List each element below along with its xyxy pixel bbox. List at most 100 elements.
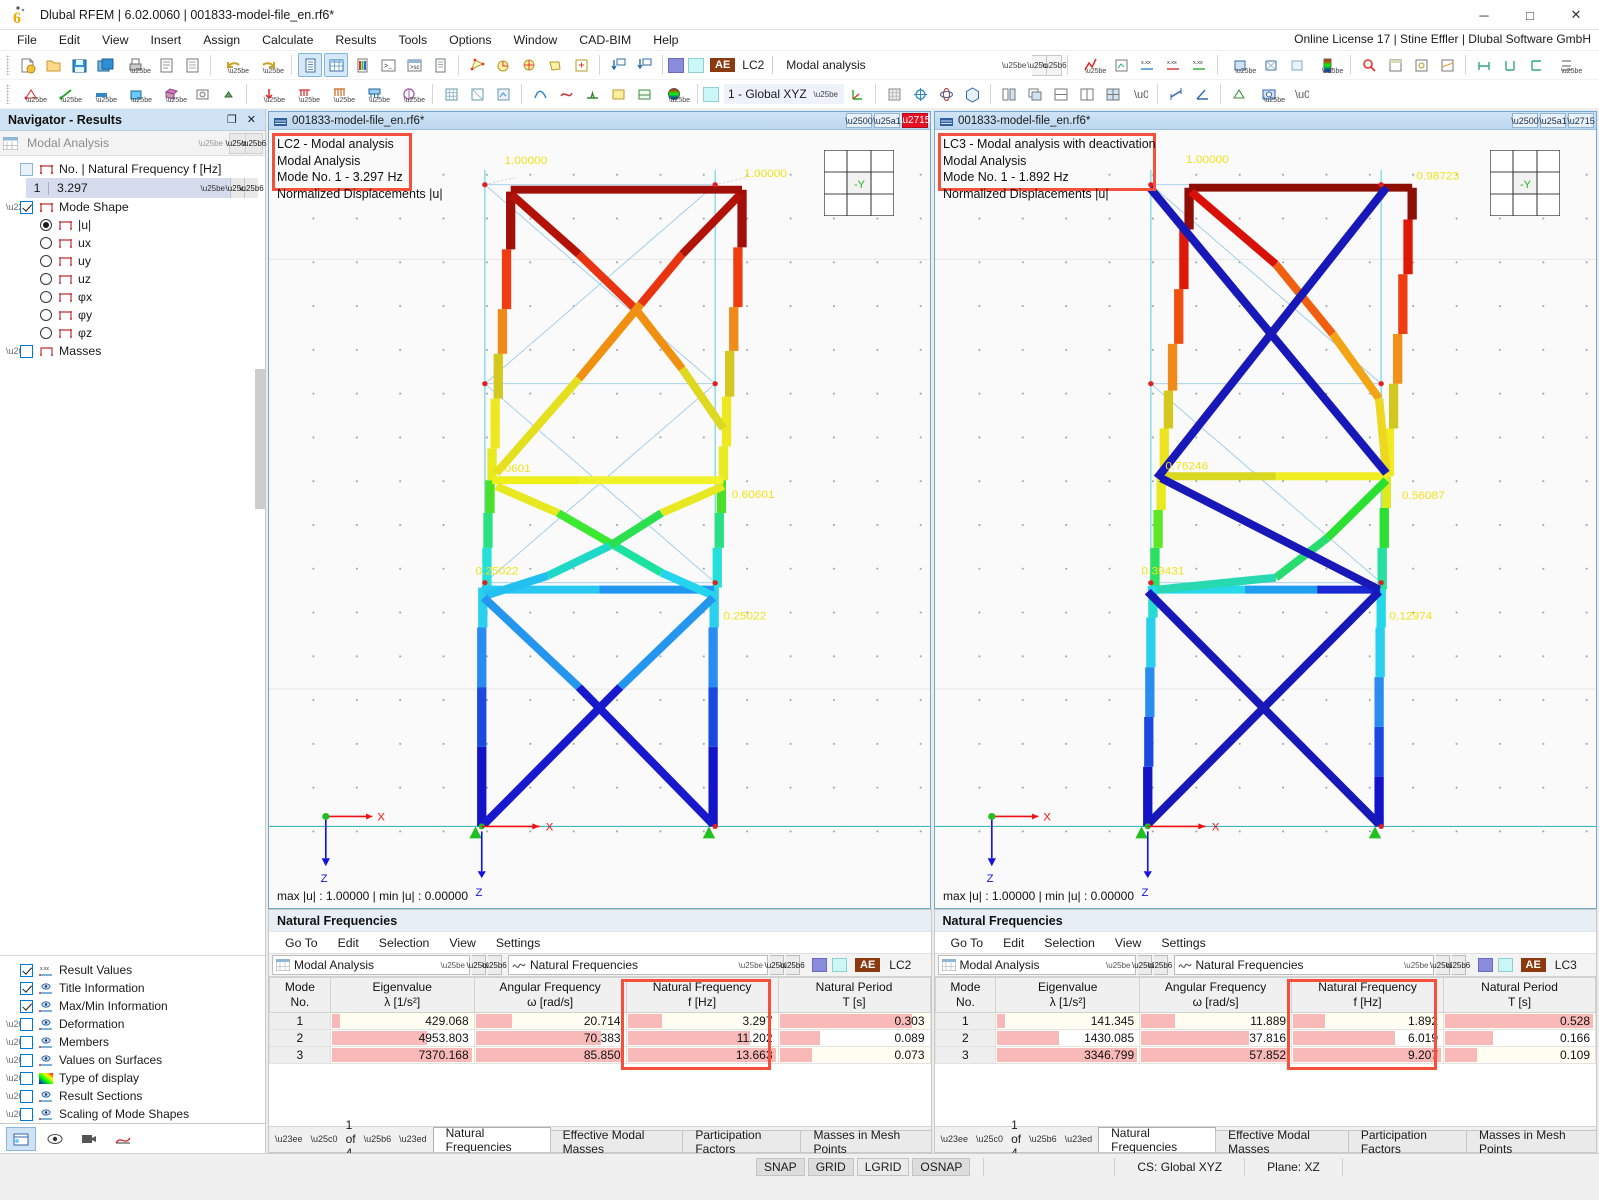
expand-chevron-icon[interactable]: \u203a [6, 1019, 34, 1029]
cell-eigenvalue[interactable]: 429.068 [329, 1012, 475, 1030]
navigator-scrollbar[interactable] [255, 369, 265, 909]
type-of-display-checkbox[interactable] [20, 1071, 33, 1085]
title-information-checkbox[interactable] [20, 981, 33, 995]
display-item-values-on-surfaces[interactable]: \u203a Values on Surfaces [0, 1051, 265, 1069]
dimension-3-icon[interactable] [1524, 53, 1548, 77]
transparency-icon[interactable] [1285, 53, 1309, 77]
select-objects-icon[interactable] [465, 53, 489, 77]
chevron-down-icon[interactable]: \u25be [1400, 961, 1432, 970]
first-page-icon[interactable]: \u23ee [275, 1134, 303, 1144]
maximize-button[interactable]: □ [1507, 0, 1553, 30]
cell-natural-period[interactable]: 0.166 [1443, 1029, 1596, 1047]
scrollbar-thumb[interactable] [255, 369, 265, 509]
surface-load-icon[interactable]: \u25be [358, 82, 391, 106]
show-axes-icon[interactable] [845, 82, 869, 106]
menu-item-edit[interactable]: Edit [48, 31, 91, 49]
status-toggle-snap[interactable]: SNAP [756, 1157, 805, 1176]
support-reactions-icon[interactable] [580, 82, 604, 106]
tab-natural-frequencies[interactable]: Natural Frequencies [1098, 1126, 1217, 1154]
u-abs-radio[interactable] [40, 219, 52, 231]
script-icon[interactable]: >sc [402, 53, 426, 77]
table-right-table-selector[interactable]: Natural Frequencies \u25be [1173, 955, 1434, 975]
phiy-radio[interactable] [40, 309, 52, 321]
tab-participation-factors[interactable]: Participation Factors [682, 1128, 802, 1156]
tree-item-phiz[interactable]: φᴢ [0, 324, 265, 342]
table-row[interactable]: 3 7370.168 85.850 13.663 0.073 [269, 1046, 931, 1064]
coordinate-system-selector[interactable]: 1 - Global XYZ \u25be [724, 84, 844, 104]
cell-angular-frequency[interactable]: 37.816 [1139, 1029, 1293, 1047]
expand-chevron-icon[interactable]: \u203a [6, 1055, 34, 1065]
cell-natural-frequency[interactable]: 13.663 [625, 1046, 779, 1064]
uz-radio[interactable] [40, 273, 52, 285]
undo-icon[interactable]: \u25be [217, 53, 250, 77]
table-left-next-table[interactable]: \u25b6 [780, 955, 805, 975]
display-properties-icon[interactable] [1383, 53, 1407, 77]
expand-chevron-icon[interactable]: \u203a [6, 1109, 34, 1119]
display-item-members[interactable]: \u203a Members [0, 1033, 265, 1051]
visibility-icon[interactable] [1409, 53, 1433, 77]
cell-angular-frequency[interactable]: 85.850 [473, 1046, 627, 1064]
cell-natural-period[interactable]: 0.303 [777, 1012, 931, 1030]
expand-chevron-icon[interactable]: \u203a [6, 346, 34, 356]
viewport-right-close-button[interactable]: \u2715 [1567, 113, 1595, 128]
viewport-left[interactable]: 001833-model-file_en.rf6* \u2500 \u25a1 … [268, 111, 931, 909]
tree-item-ux[interactable]: uх [0, 234, 265, 252]
tab-natural-frequencies[interactable]: Natural Frequencies [432, 1126, 551, 1154]
cell-natural-frequency[interactable]: 9.207 [1291, 1046, 1445, 1064]
col-header-natural-period[interactable]: Natural Period T [s] [1443, 977, 1596, 1013]
color-spectrum-icon[interactable]: \u25be [658, 82, 691, 106]
new-opening-icon[interactable] [190, 82, 214, 106]
deformation-icon[interactable] [554, 82, 578, 106]
cell-angular-frequency[interactable]: 11.889 [1139, 1012, 1293, 1030]
table-row[interactable]: 2 4953.803 70.383 11.202 0.089 [269, 1029, 931, 1047]
phix-radio[interactable] [40, 291, 52, 303]
last-page-icon[interactable]: \u23ed [1065, 1134, 1093, 1144]
table-row[interactable]: 1 429.068 20.714 3.297 0.303 [269, 1012, 931, 1030]
col-header-mode-no[interactable]: Mode No. [269, 977, 331, 1013]
cell-natural-frequency[interactable]: 1.892 [1291, 1012, 1445, 1030]
stress-icon[interactable] [606, 82, 630, 106]
chevron-down-icon[interactable]: \u25be [437, 961, 469, 970]
window-tile-icon[interactable] [997, 82, 1021, 106]
table-right-menu-view[interactable]: View [1105, 935, 1151, 951]
expand-chevron-icon[interactable]: \u203a [6, 1091, 34, 1101]
measure-icon[interactable] [1164, 82, 1188, 106]
cell-natural-period[interactable]: 0.073 [777, 1046, 931, 1064]
free-load-icon[interactable]: \u25be [393, 82, 426, 106]
export-load-case-icon[interactable] [632, 53, 656, 77]
table-right-menu-settings[interactable]: Settings [1151, 935, 1215, 951]
col-header-angular-frequency[interactable]: Angular Frequency ω [rad/s] [1139, 977, 1293, 1013]
table-left-grid-wrapper[interactable]: Mode No. Eigenvalue λ [1/s²] Angular Fre… [269, 977, 931, 1126]
chevron-down-icon[interactable]: \u25be [735, 961, 767, 970]
nodal-load-icon[interactable]: \u25be [253, 82, 286, 106]
maxmin-information-checkbox[interactable] [20, 999, 33, 1013]
first-page-icon[interactable]: \u23ee [941, 1134, 969, 1144]
display-item-type-of-display[interactable]: \u203a Type of display [0, 1069, 265, 1087]
menu-item-cad-bim[interactable]: CAD-BIM [568, 31, 642, 49]
status-toggle-lgrid[interactable]: LGRID [856, 1157, 910, 1176]
tree-item-phiy[interactable]: φу [0, 306, 265, 324]
ux-radio[interactable] [40, 237, 52, 249]
results-on-section-icon[interactable] [632, 82, 656, 106]
frequency-selector-row[interactable]: 1 3.297 \u25be \u25c0 \u25b6 [26, 178, 264, 198]
section-view-icon[interactable] [1227, 82, 1251, 106]
clipping-icon[interactable] [1435, 53, 1459, 77]
result-diagram-icon[interactable] [1109, 53, 1133, 77]
cell-natural-period[interactable]: 0.089 [777, 1029, 931, 1047]
chevron-down-icon[interactable]: \u25be [193, 139, 229, 148]
navigator-analysis-selector[interactable]: Modal Analysis [23, 132, 193, 154]
select-special-icon[interactable] [491, 53, 515, 77]
member-load-icon[interactable]: \u25be [323, 82, 356, 106]
dimension-2-icon[interactable] [1498, 53, 1522, 77]
result-values-xxx-2-icon[interactable]: x.xx [1161, 53, 1185, 77]
display-item-maxmin-information[interactable]: Max/Min Information [0, 997, 265, 1015]
import-load-case-icon[interactable] [606, 53, 630, 77]
cell-natural-frequency[interactable]: 11.202 [625, 1029, 779, 1047]
viewport-right-maximize-button[interactable]: \u25a1 [1539, 113, 1567, 128]
dimension-icon[interactable] [1472, 53, 1496, 77]
viewport-right-minimize-button[interactable]: \u2500 [1511, 113, 1539, 128]
navigator-tab-results-icon[interactable] [108, 1127, 138, 1151]
find-icon[interactable] [1357, 53, 1381, 77]
select-region-icon[interactable] [543, 53, 567, 77]
line-load-icon[interactable]: \u25be [288, 82, 321, 106]
